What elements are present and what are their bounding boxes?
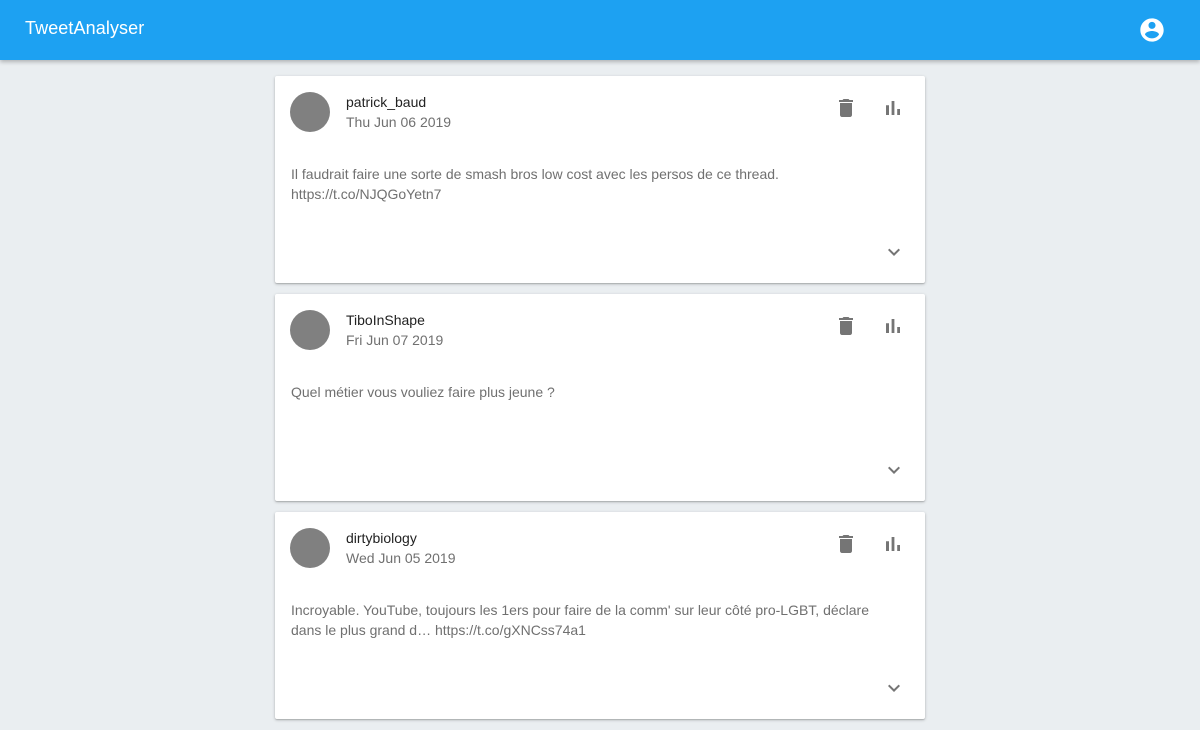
tweet-card: TiboInShape Fri Jun 07 2019 Quel métier … [275, 294, 925, 501]
stats-button[interactable] [881, 314, 905, 338]
delete-icon [839, 317, 853, 335]
stats-button[interactable] [881, 96, 905, 120]
tweet-card: dirtybiology Wed Jun 05 2019 Incroyable.… [275, 512, 925, 719]
account-button[interactable] [1138, 16, 1166, 44]
tweet-text-line: Il faudrait faire une sorte de smash bro… [291, 166, 779, 182]
tweet-text: Incroyable. YouTube, toujours les 1ers p… [291, 600, 901, 640]
tweet-date: Wed Jun 05 2019 [346, 550, 456, 566]
delete-icon [839, 535, 853, 553]
delete-button[interactable] [834, 314, 858, 338]
avatar [290, 310, 330, 350]
tweet-text: Il faudrait faire une sorte de smash bro… [291, 164, 901, 204]
app-title: TweetAnalyser [25, 18, 145, 38]
bar-chart-icon [886, 101, 900, 115]
chevron-down-icon [888, 684, 900, 692]
expand-button[interactable] [882, 676, 906, 700]
tweet-username: dirtybiology [346, 530, 417, 546]
bar-chart-icon [886, 319, 900, 333]
chevron-down-icon [888, 466, 900, 474]
tweet-text-line: dans le plus grand d… https://t.co/gXNCs… [291, 622, 586, 638]
bar-chart-icon [886, 537, 900, 551]
tweet-username: TiboInShape [346, 312, 425, 328]
account-circle-icon [1140, 18, 1164, 42]
app-bar: TweetAnalyser [0, 0, 1200, 60]
tweet-card: patrick_baud Thu Jun 06 2019 Il faudrait… [275, 76, 925, 283]
tweet-text-line: https://t.co/NJQGoYetn7 [291, 186, 442, 202]
tweet-text: Quel métier vous vouliez faire plus jeun… [291, 382, 901, 402]
tweet-date: Thu Jun 06 2019 [346, 114, 452, 130]
avatar [290, 528, 330, 568]
delete-icon [839, 99, 853, 117]
tweet-date: Fri Jun 07 2019 [346, 332, 444, 348]
delete-button[interactable] [834, 96, 858, 120]
tweet-text-line: Incroyable. YouTube, toujours les 1ers p… [291, 602, 870, 618]
delete-button[interactable] [834, 532, 858, 556]
chevron-down-icon [888, 248, 900, 256]
tweet-feed: patrick_baud Thu Jun 06 2019 Il faudrait… [275, 76, 925, 730]
tweet-text-line: Quel métier vous vouliez faire plus jeun… [291, 384, 555, 400]
tweet-username: patrick_baud [346, 94, 427, 110]
stats-button[interactable] [881, 532, 905, 556]
expand-button[interactable] [882, 458, 906, 482]
expand-button[interactable] [882, 240, 906, 264]
avatar [290, 92, 330, 132]
